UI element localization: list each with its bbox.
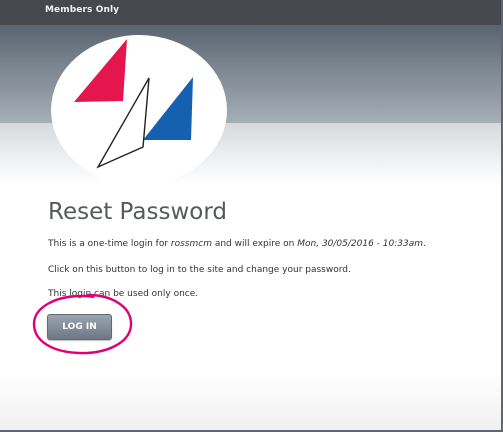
members-only-link[interactable]: Members Only [45, 5, 119, 15]
single-use-note: This login can be used only once. [48, 289, 199, 299]
log-in-button[interactable]: LOG IN [47, 314, 112, 340]
one-time-login-message: This is a one-time login for rossmcm and… [48, 239, 426, 249]
page-title: Reset Password [48, 199, 227, 225]
instructions-text: Click on this button to log in to the si… [48, 265, 351, 275]
expiry-date: Mon, 30/05/2016 - 10:33am [297, 239, 424, 249]
sailing-sails-logo[interactable] [51, 31, 228, 185]
top-navigation-bar: Members Only [0, 0, 501, 25]
username: rossmcm [170, 239, 212, 249]
browser-viewport: Members Only Reset Password This is a on… [0, 0, 503, 432]
